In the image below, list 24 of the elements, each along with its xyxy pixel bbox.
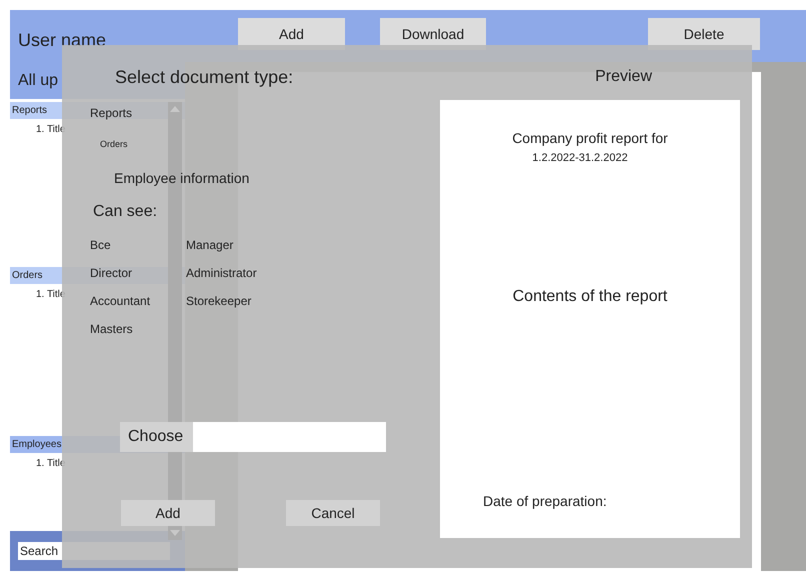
can-see-label: Can see: (93, 202, 158, 222)
user-name: User name (17, 29, 108, 52)
dialog-title: Select document type: (115, 66, 294, 89)
report-title: Company profit report for (512, 129, 668, 148)
role-option[interactable]: Все (90, 236, 111, 254)
filter-label[interactable]: All up (18, 68, 58, 93)
document-type-option[interactable]: Employee information (114, 168, 402, 188)
role-option[interactable]: Masters (90, 320, 133, 338)
preview-label: Preview (595, 66, 652, 86)
date-label: Date of preparation: (483, 492, 607, 510)
role-option[interactable]: Director (90, 264, 132, 282)
report-contents: Contents of the report (512, 286, 668, 306)
choose-field[interactable] (193, 422, 386, 452)
role-option[interactable]: Accountant (90, 292, 150, 310)
role-option[interactable]: Administrator (186, 264, 257, 282)
dialog-button[interactable]: Add (121, 500, 215, 526)
role-option[interactable]: Storekeeper (186, 292, 252, 310)
dialog-button[interactable]: Cancel (286, 500, 380, 526)
document-type-option[interactable]: Orders (100, 138, 402, 152)
role-option[interactable]: Manager (186, 236, 234, 254)
document-type-option[interactable]: Reports (90, 104, 402, 122)
report-period: 1.2.2022-31.2.2022 (532, 151, 629, 166)
scroll-up-icon[interactable] (170, 106, 180, 112)
choose-button[interactable]: Choose (120, 422, 193, 452)
